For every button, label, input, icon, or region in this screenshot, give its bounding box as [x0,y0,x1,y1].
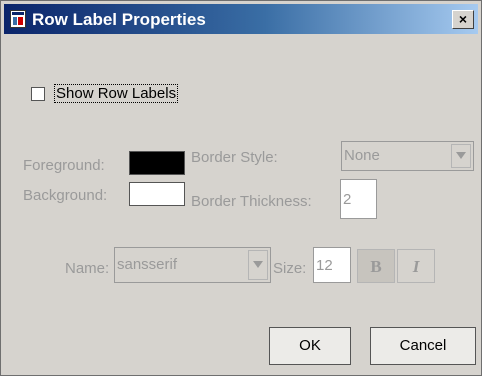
dialog-title: Row Label Properties [32,10,206,29]
ok-button[interactable]: OK [269,327,351,365]
show-row-labels-checkbox[interactable] [31,87,45,101]
font-name-label: Name: [65,260,110,277]
bold-button[interactable]: B [357,249,395,283]
border-style-value: None [344,147,380,164]
background-label: Background: [23,187,108,204]
show-row-labels-label[interactable]: Show Row Labels [53,84,179,103]
font-name-select[interactable]: sansserif [114,247,271,283]
cancel-button[interactable]: Cancel [370,327,476,365]
title-bar[interactable]: Row Label Properties × [4,4,478,34]
font-name-value: sansserif [117,256,178,273]
font-size-input[interactable]: 12 [313,247,351,283]
border-thickness-input[interactable]: 2 [340,179,377,219]
border-style-label: Border Style: [191,149,278,166]
row-label-properties-dialog: Row Label Properties × Show Row Labels F… [0,0,482,376]
foreground-color-swatch[interactable] [129,151,185,175]
close-button[interactable]: × [452,10,474,29]
border-thickness-label: Border Thickness: [191,193,312,210]
background-color-swatch[interactable] [129,182,185,206]
border-style-select[interactable]: None [341,141,474,171]
dialog-app-icon [10,10,26,28]
chevron-down-icon[interactable] [248,250,268,280]
italic-button[interactable]: I [397,249,435,283]
foreground-label: Foreground: [23,157,105,174]
chevron-down-icon[interactable] [451,144,471,168]
font-size-label: Size: [273,260,307,277]
